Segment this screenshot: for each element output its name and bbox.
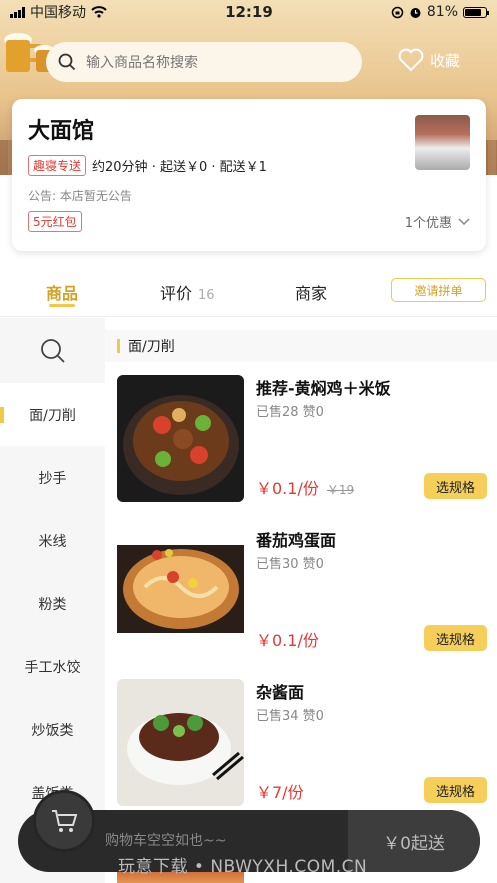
chevron-down-icon (458, 217, 470, 225)
sidebar-item-wonton[interactable]: 抄手 (0, 446, 105, 509)
discount-label: 1个优惠 (404, 216, 452, 231)
product-image[interactable] (117, 527, 244, 654)
discount-toggle[interactable]: 1个优惠 (405, 212, 470, 231)
product-price: ￥0.1/份 ￥19 (256, 475, 354, 499)
search-icon (58, 53, 76, 71)
checkout-button[interactable]: ￥0起送 (348, 810, 480, 872)
category-search-button[interactable] (0, 318, 105, 383)
tab-reviews[interactable]: 评价 16 (160, 280, 215, 304)
lock-rotation-icon (391, 6, 404, 18)
clock: 12:19 (225, 3, 273, 21)
search-input[interactable]: 输入商品名称搜索 (46, 42, 362, 82)
price-value: ￥0.1/份 (256, 479, 319, 498)
product-sales: 已售34 赞0 (256, 709, 324, 724)
product-name: 推荐-黄焖鸡＋米饭 (256, 379, 391, 398)
watermark: 玩意下载 • NBWYXH.COM.CN (118, 857, 368, 877)
delivery-tag: 趣寝专送 (28, 155, 87, 176)
battery-icon (463, 6, 489, 18)
sidebar-item-vermicelli[interactable]: 粉类 (0, 572, 105, 635)
battery-percent: 81% (426, 4, 458, 20)
wifi-icon (91, 6, 107, 18)
select-spec-button[interactable]: 选规格 (424, 473, 487, 499)
search-placeholder: 输入商品名称搜索 (86, 55, 198, 71)
cart-empty-text: 购物车空空如也~~ (105, 833, 227, 849)
signal-icon (10, 6, 25, 18)
alarm-icon (410, 7, 421, 18)
heart-icon (398, 48, 424, 72)
product-name: 杂酱面 (256, 683, 305, 702)
product-sales: 已售28 赞0 (256, 405, 324, 420)
product-item[interactable]: 推荐-黄焖鸡＋米饭 已售28 赞0 ￥0.1/份 ￥19 选规格 (117, 375, 487, 505)
shopping-cart-icon (52, 810, 78, 832)
review-count: 16 (198, 288, 215, 303)
tab-goods[interactable]: 商品 (46, 280, 78, 304)
shop-info-card: 大面馆 趣寝专送 约20分钟 · 起送￥0 · 配送￥1 公告: 本店暂无公告 … (12, 99, 486, 251)
carrier-label: 中国移动 (30, 5, 86, 21)
product-item[interactable]: 番茄鸡蛋面 已售30 赞0 ￥0.1/份 选规格 (117, 527, 487, 657)
select-spec-button[interactable]: 选规格 (424, 777, 487, 803)
cart-button[interactable] (33, 790, 95, 852)
category-title: 面/刀削 (105, 330, 497, 362)
sidebar-item-noodles[interactable]: 面/刀削 (0, 383, 105, 446)
sidebar-item-rice-noodle[interactable]: 米线 (0, 509, 105, 572)
product-name: 番茄鸡蛋面 (256, 531, 337, 550)
product-sales: 已售30 赞0 (256, 557, 324, 572)
sidebar-item-fried-rice[interactable]: 炒饭类 (0, 698, 105, 761)
product-image[interactable] (117, 679, 244, 806)
invite-group-order-button[interactable]: 邀请拼单 (391, 278, 486, 302)
active-tab-indicator (49, 304, 75, 307)
delivery-info: 约20分钟 · 起送￥0 · 配送￥1 (92, 160, 267, 175)
select-spec-button[interactable]: 选规格 (424, 625, 487, 651)
favorite-label: 收藏 (430, 51, 461, 70)
status-bar: 中国移动 12:19 81% (0, 0, 497, 24)
coupon-badge[interactable]: 5元红包 (28, 211, 82, 232)
product-price: ￥0.1/份 (256, 631, 319, 650)
search-icon (40, 338, 65, 363)
original-price: ￥19 (326, 483, 355, 497)
product-item[interactable]: 杂酱面 已售34 赞0 ￥7/份 选规格 (117, 679, 487, 809)
sidebar-item-dumplings[interactable]: 手工水饺 (0, 635, 105, 698)
product-price: ￥7/份 (256, 783, 304, 802)
product-image[interactable] (117, 375, 244, 502)
tab-reviews-label: 评价 (160, 284, 193, 303)
favorite-button[interactable]: 收藏 (398, 48, 460, 72)
shop-name: 大面馆 (28, 119, 95, 144)
shop-notice: 公告: 本店暂无公告 (28, 189, 132, 203)
shop-photo[interactable] (415, 115, 470, 170)
tab-merchant[interactable]: 商家 (295, 280, 327, 304)
shop-tabs: 商品 评价 16 商家 邀请拼单 (0, 262, 497, 317)
